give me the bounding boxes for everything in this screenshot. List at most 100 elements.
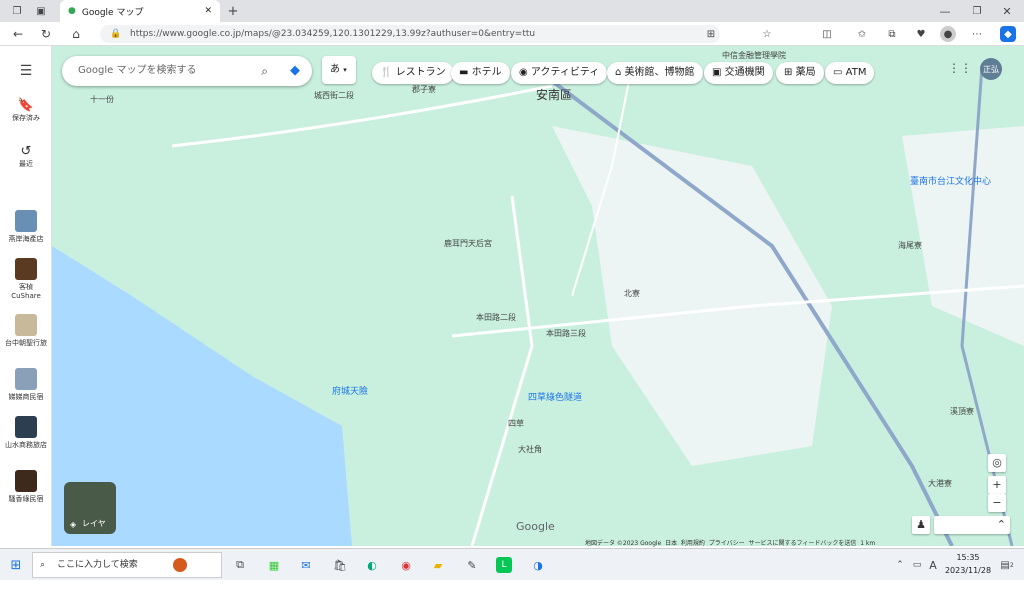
camera-icon: ◉ — [519, 67, 528, 78]
workspaces-icon[interactable]: ❐ — [10, 4, 24, 18]
hotel-icon: ▬ — [459, 67, 469, 78]
maps-search-box[interactable]: Google マップを検索する ⌕ ◆ — [62, 56, 312, 86]
lock-icon: 🔒 — [110, 29, 122, 39]
directions-icon[interactable]: ◆ — [290, 56, 300, 86]
split-screen-icon[interactable]: ◫ — [820, 26, 834, 42]
settings-more-icon[interactable]: ⋯ — [970, 26, 984, 42]
tray-expand-icon[interactable]: ⌃ — [894, 557, 906, 573]
ime-indicator[interactable]: A — [926, 557, 940, 573]
window-close-icon[interactable]: ✕ — [1000, 3, 1014, 19]
address-field[interactable]: 🔒 https://www.google.co.jp/maps/@23.0342… — [100, 25, 720, 43]
zoom-out-button[interactable]: − — [988, 494, 1006, 512]
chrome-icon[interactable]: ◉ — [398, 557, 414, 573]
chip-pharmacy[interactable]: ⊞ 薬局 — [776, 62, 824, 84]
mail-icon[interactable]: ✉ — [298, 557, 314, 573]
refresh-icon[interactable]: ↻ — [38, 26, 54, 42]
taskbar-search-input[interactable]: ここに入力して検索 — [57, 560, 138, 570]
back-icon[interactable]: ← — [10, 26, 26, 42]
search-icon[interactable]: ⌕ — [261, 56, 268, 86]
line-icon[interactable]: L — [496, 557, 512, 573]
chip-hotel[interactable]: ▬ ホテル — [451, 62, 510, 84]
edge-beta-icon[interactable]: ◑ — [530, 557, 546, 573]
map-label-chengxi: 城西街二段 — [314, 91, 354, 100]
file-explorer-icon[interactable]: ▰ — [430, 557, 446, 573]
apps-grid-icon[interactable]: ⋮⋮ — [948, 60, 972, 76]
home-icon[interactable]: ⌂ — [68, 26, 84, 42]
recent-place-5[interactable]: 山水商務旅店 — [4, 416, 48, 450]
clock[interactable]: 15:35 2023/11/28 — [940, 551, 996, 577]
chip-atm[interactable]: ▭ ATM — [825, 62, 875, 84]
place-thumbnail — [15, 258, 37, 280]
recent-button[interactable]: ↺ 最近 — [4, 144, 48, 169]
tab-google-maps[interactable]: ● Google マップ ✕ — [60, 0, 220, 22]
taskbar-search[interactable]: ⌕ ここに入力して検索 — [32, 552, 222, 578]
edge-icon[interactable]: ◐ — [364, 557, 380, 573]
app-available-icon[interactable]: ⊞ — [704, 26, 718, 42]
maximize-icon[interactable]: ❐ — [970, 3, 984, 19]
map-label-haiweiliao: 海尾寮 — [898, 241, 922, 250]
tab-close-icon[interactable]: ✕ — [204, 6, 212, 16]
blank-area — [0, 580, 1024, 604]
chip-restaurant[interactable]: 🍴 レストラン — [372, 62, 454, 84]
recent-place-3[interactable]: 台中朝聖行旅 — [4, 314, 48, 348]
paint-icon[interactable]: ✎ — [464, 557, 480, 573]
footer-terms-link[interactable]: 利用規約 — [681, 540, 705, 547]
chip-museum[interactable]: ⌂ 美術館、博物館 — [607, 62, 703, 84]
footer-region-link[interactable]: 日本 — [665, 540, 677, 547]
maps-sidebar: ☰ 🔖 保存済み ↺ 最近 燕岸海產店 客楨 CuShare 台中朝聖行旅 娣娣… — [0, 46, 52, 546]
recent-place-2[interactable]: 客楨 CuShare — [4, 258, 48, 300]
footer-feedback-link[interactable]: サービスに関するフィードバックを送信 — [748, 540, 856, 547]
footer-privacy-link[interactable]: プライバシー — [709, 540, 745, 547]
recent-place-4[interactable]: 娣娣商民宿 — [4, 368, 48, 402]
favorite-star-icon[interactable]: ☆ — [760, 26, 774, 42]
app-green-icon[interactable]: ▦ — [266, 557, 282, 573]
map-label-dagangliao: 大港寮 — [928, 479, 952, 488]
poi-culture-center[interactable]: 臺南市台江文化中心 — [910, 174, 991, 187]
input-method-label: あ — [330, 64, 340, 75]
search-input[interactable]: Google マップを検索する — [78, 65, 196, 76]
pharmacy-icon: ⊞ — [784, 67, 793, 78]
chip-transit[interactable]: ▣ 交通機関 — [704, 62, 773, 84]
street-view-pegman[interactable]: ♟ — [912, 516, 930, 534]
place-label: 台中朝聖行旅 — [5, 339, 47, 347]
windows-start-icon[interactable]: ⊞ — [8, 557, 24, 573]
copilot-icon[interactable]: ◆ — [1000, 26, 1016, 42]
map-label-road-2: 本田路二段 — [476, 313, 516, 322]
favorites-icon[interactable]: ✩ — [855, 26, 869, 42]
recent-place-1[interactable]: 燕岸海產店 — [4, 210, 48, 244]
menu-icon[interactable]: ☰ — [17, 62, 35, 80]
zoom-in-button[interactable]: + — [988, 476, 1006, 494]
tab-actions-icon[interactable]: ▣ — [34, 4, 48, 18]
map-canvas[interactable]: Google マップを検索する ⌕ ◆ あ ▾ 🍴 レストラン ▬ ホテル ◉ … — [52, 46, 1024, 546]
profile-avatar-icon[interactable]: ● — [940, 26, 956, 42]
clock-time: 15:35 — [956, 553, 980, 562]
map-label-sicao: 四草 — [508, 419, 524, 428]
input-method-button[interactable]: あ ▾ — [322, 56, 356, 84]
layers-label: レイヤ — [82, 519, 106, 528]
my-location-button[interactable]: ◎ — [988, 454, 1006, 472]
map-label-dasheijiao: 大社角 — [518, 445, 542, 454]
recent-place-6[interactable]: 騷香綠民宿 — [4, 470, 48, 504]
collections-icon[interactable]: ⧉ — [885, 26, 899, 42]
new-tab-icon[interactable]: + — [226, 3, 240, 19]
clock-date: 2023/11/28 — [944, 566, 992, 575]
poi-fortress[interactable]: 府城天險 — [332, 384, 368, 397]
poi-green-tunnel[interactable]: 四草綠色隧道 — [528, 390, 582, 403]
urban-area — [552, 126, 832, 466]
place-thumbnail — [15, 470, 37, 492]
place-thumbnail — [15, 314, 37, 336]
place-label: 燕岸海產店 — [8, 235, 44, 243]
minimize-icon[interactable]: — — [938, 3, 952, 19]
notifications-icon[interactable]: ▤ 2 — [998, 556, 1016, 574]
store-icon[interactable]: 🛍 — [332, 557, 348, 573]
imagery-strip[interactable]: ⌃ — [934, 516, 1010, 534]
dropdown-icon: ▾ — [343, 66, 347, 74]
battery-icon[interactable]: ▭ — [910, 557, 924, 573]
notification-count: 2 — [1009, 561, 1014, 569]
layers-button[interactable]: ◈ レイヤ — [64, 482, 116, 534]
task-view-icon[interactable]: ⧉ — [232, 557, 248, 573]
saved-button[interactable]: 🔖 保存済み — [4, 98, 48, 123]
chip-activities[interactable]: ◉ アクティビティ — [511, 62, 608, 84]
user-avatar[interactable]: 正弘 — [980, 58, 1002, 80]
extensions-icon[interactable]: ♥ — [914, 26, 928, 42]
